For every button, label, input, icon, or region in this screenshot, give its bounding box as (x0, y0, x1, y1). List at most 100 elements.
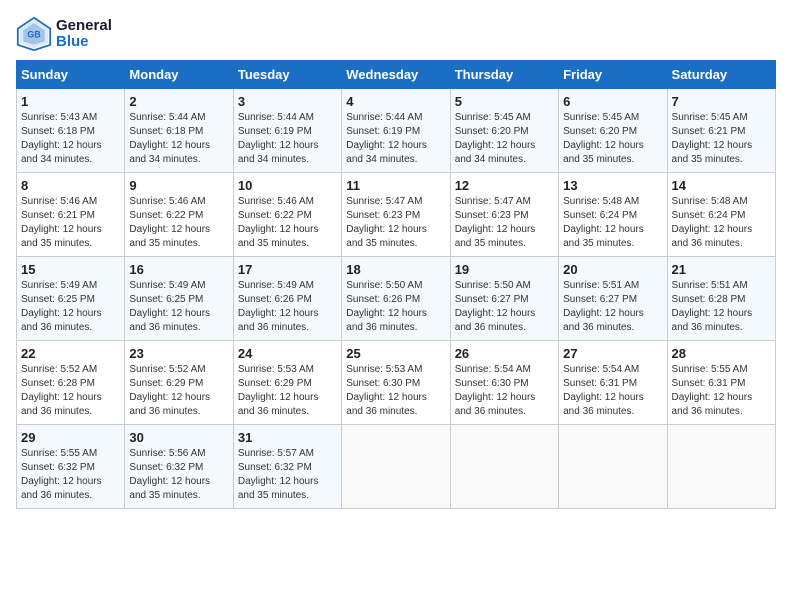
col-header-monday: Monday (125, 61, 233, 89)
day-number: 15 (21, 262, 120, 277)
day-cell: 15 Sunrise: 5:49 AMSunset: 6:25 PMDayligh… (17, 257, 125, 341)
day-cell: 18Sunrise: 5:50 AMSunset: 6:26 PMDayligh… (342, 257, 450, 341)
day-number: 13 (563, 178, 662, 193)
day-number: 21 (672, 262, 771, 277)
day-info: Sunrise: 5:45 AMSunset: 6:21 PMDaylight:… (672, 111, 771, 167)
day-cell: 31Sunrise: 5:57 AMSunset: 6:32 PMDayligh… (233, 425, 341, 509)
day-number: 11 (346, 178, 445, 193)
day-info: Sunrise: 5:49 AMSunset: 6:25 PMDaylight:… (21, 279, 120, 335)
day-number: 31 (238, 430, 337, 445)
day-cell: 13 Sunrise: 5:48 AMSunset: 6:24 PMDayligh… (559, 173, 667, 257)
day-info: Sunrise: 5:49 AMSunset: 6:26 PMDaylight:… (238, 279, 337, 335)
day-cell: 5Sunrise: 5:45 AMSunset: 6:20 PMDaylight… (450, 89, 558, 173)
logo-general: General (56, 18, 112, 35)
day-cell: 16 Sunrise: 5:49 AMSunset: 6:25 PMDayligh… (125, 257, 233, 341)
week-row-3: 15 Sunrise: 5:49 AMSunset: 6:25 PMDayligh… (17, 257, 776, 341)
day-cell: 22 Sunrise: 5:52 AMSunset: 6:28 PMDayligh… (17, 341, 125, 425)
day-number: 4 (346, 94, 445, 109)
day-info: Sunrise: 5:48 AMSunset: 6:24 PMDaylight:… (563, 195, 662, 251)
header: GB General Blue (16, 16, 776, 52)
day-cell: 25 Sunrise: 5:53 AMSunset: 6:30 PMDayligh… (342, 341, 450, 425)
day-number: 17 (238, 262, 337, 277)
day-cell (559, 425, 667, 509)
day-info: Sunrise: 5:44 AMSunset: 6:19 PMDaylight:… (346, 111, 445, 167)
col-header-saturday: Saturday (667, 61, 775, 89)
day-number: 3 (238, 94, 337, 109)
day-cell: 30 Sunrise: 5:56 AMSunset: 6:32 PMDayligh… (125, 425, 233, 509)
day-info: Sunrise: 5:46 AMSunset: 6:22 PMDaylight:… (129, 195, 228, 251)
day-info: Sunrise: 5:54 AMSunset: 6:31 PMDaylight:… (563, 363, 662, 419)
day-number: 14 (672, 178, 771, 193)
day-info: Sunrise: 5:53 AMSunset: 6:30 PMDaylight:… (346, 363, 445, 419)
svg-text:GB: GB (27, 30, 41, 40)
day-number: 20 (563, 262, 662, 277)
day-info: Sunrise: 5:46 AMSunset: 6:21 PMDaylight:… (21, 195, 120, 251)
day-cell: 26Sunrise: 5:54 AMSunset: 6:30 PMDayligh… (450, 341, 558, 425)
logo-icon: GB (16, 16, 52, 52)
day-info: Sunrise: 5:44 AMSunset: 6:19 PMDaylight:… (238, 111, 337, 167)
calendar-table: SundayMondayTuesdayWednesdayThursdayFrid… (16, 60, 776, 509)
day-number: 8 (21, 178, 120, 193)
day-cell: 21 Sunrise: 5:51 AMSunset: 6:28 PMDayligh… (667, 257, 775, 341)
week-row-5: 29 Sunrise: 5:55 AMSunset: 6:32 PMDayligh… (17, 425, 776, 509)
day-info: Sunrise: 5:44 AMSunset: 6:18 PMDaylight:… (129, 111, 228, 167)
week-row-4: 22 Sunrise: 5:52 AMSunset: 6:28 PMDayligh… (17, 341, 776, 425)
day-cell: 19 Sunrise: 5:50 AMSunset: 6:27 PMDayligh… (450, 257, 558, 341)
day-number: 1 (21, 94, 120, 109)
day-cell: 14 Sunrise: 5:48 AMSunset: 6:24 PMDayligh… (667, 173, 775, 257)
day-cell: 8 Sunrise: 5:46 AMSunset: 6:21 PMDaylight… (17, 173, 125, 257)
day-cell: 3 Sunrise: 5:44 AMSunset: 6:19 PMDaylight… (233, 89, 341, 173)
day-number: 7 (672, 94, 771, 109)
day-cell (342, 425, 450, 509)
day-cell: 6Sunrise: 5:45 AMSunset: 6:20 PMDaylight… (559, 89, 667, 173)
day-cell: 2 Sunrise: 5:44 AMSunset: 6:18 PMDaylight… (125, 89, 233, 173)
day-cell: 1 Sunrise: 5:43 AMSunset: 6:18 PMDaylight… (17, 89, 125, 173)
day-info: Sunrise: 5:47 AMSunset: 6:23 PMDaylight:… (346, 195, 445, 251)
day-cell: 10 Sunrise: 5:46 AMSunset: 6:22 PMDayligh… (233, 173, 341, 257)
day-cell: 7 Sunrise: 5:45 AMSunset: 6:21 PMDaylight… (667, 89, 775, 173)
day-info: Sunrise: 5:46 AMSunset: 6:22 PMDaylight:… (238, 195, 337, 251)
day-number: 2 (129, 94, 228, 109)
day-cell (450, 425, 558, 509)
day-info: Sunrise: 5:52 AMSunset: 6:28 PMDaylight:… (21, 363, 120, 419)
calendar-header: SundayMondayTuesdayWednesdayThursdayFrid… (17, 61, 776, 89)
day-info: Sunrise: 5:47 AMSunset: 6:23 PMDaylight:… (455, 195, 554, 251)
col-header-tuesday: Tuesday (233, 61, 341, 89)
day-cell: 11 Sunrise: 5:47 AMSunset: 6:23 PMDayligh… (342, 173, 450, 257)
day-cell: 20 Sunrise: 5:51 AMSunset: 6:27 PMDayligh… (559, 257, 667, 341)
col-header-thursday: Thursday (450, 61, 558, 89)
day-info: Sunrise: 5:52 AMSunset: 6:29 PMDaylight:… (129, 363, 228, 419)
col-header-wednesday: Wednesday (342, 61, 450, 89)
day-cell: 29 Sunrise: 5:55 AMSunset: 6:32 PMDayligh… (17, 425, 125, 509)
day-info: Sunrise: 5:56 AMSunset: 6:32 PMDaylight:… (129, 447, 228, 503)
day-number: 19 (455, 262, 554, 277)
day-info: Sunrise: 5:50 AMSunset: 6:27 PMDaylight:… (455, 279, 554, 335)
day-number: 29 (21, 430, 120, 445)
day-number: 24 (238, 346, 337, 361)
day-number: 18 (346, 262, 445, 277)
day-cell (667, 425, 775, 509)
day-info: Sunrise: 5:55 AMSunset: 6:31 PMDaylight:… (672, 363, 771, 419)
day-number: 16 (129, 262, 228, 277)
day-info: Sunrise: 5:51 AMSunset: 6:28 PMDaylight:… (672, 279, 771, 335)
week-row-1: 1 Sunrise: 5:43 AMSunset: 6:18 PMDaylight… (17, 89, 776, 173)
day-number: 9 (129, 178, 228, 193)
week-row-2: 8 Sunrise: 5:46 AMSunset: 6:21 PMDaylight… (17, 173, 776, 257)
day-number: 12 (455, 178, 554, 193)
day-info: Sunrise: 5:48 AMSunset: 6:24 PMDaylight:… (672, 195, 771, 251)
day-info: Sunrise: 5:51 AMSunset: 6:27 PMDaylight:… (563, 279, 662, 335)
logo: GB General Blue (16, 16, 112, 52)
day-info: Sunrise: 5:49 AMSunset: 6:25 PMDaylight:… (129, 279, 228, 335)
day-number: 30 (129, 430, 228, 445)
day-number: 28 (672, 346, 771, 361)
day-info: Sunrise: 5:45 AMSunset: 6:20 PMDaylight:… (563, 111, 662, 167)
logo-blue: Blue (56, 34, 112, 51)
day-cell: 9 Sunrise: 5:46 AMSunset: 6:22 PMDaylight… (125, 173, 233, 257)
day-info: Sunrise: 5:55 AMSunset: 6:32 PMDaylight:… (21, 447, 120, 503)
col-header-sunday: Sunday (17, 61, 125, 89)
day-number: 25 (346, 346, 445, 361)
day-cell: 24Sunrise: 5:53 AMSunset: 6:29 PMDayligh… (233, 341, 341, 425)
day-info: Sunrise: 5:43 AMSunset: 6:18 PMDaylight:… (21, 111, 120, 167)
day-number: 10 (238, 178, 337, 193)
day-number: 22 (21, 346, 120, 361)
